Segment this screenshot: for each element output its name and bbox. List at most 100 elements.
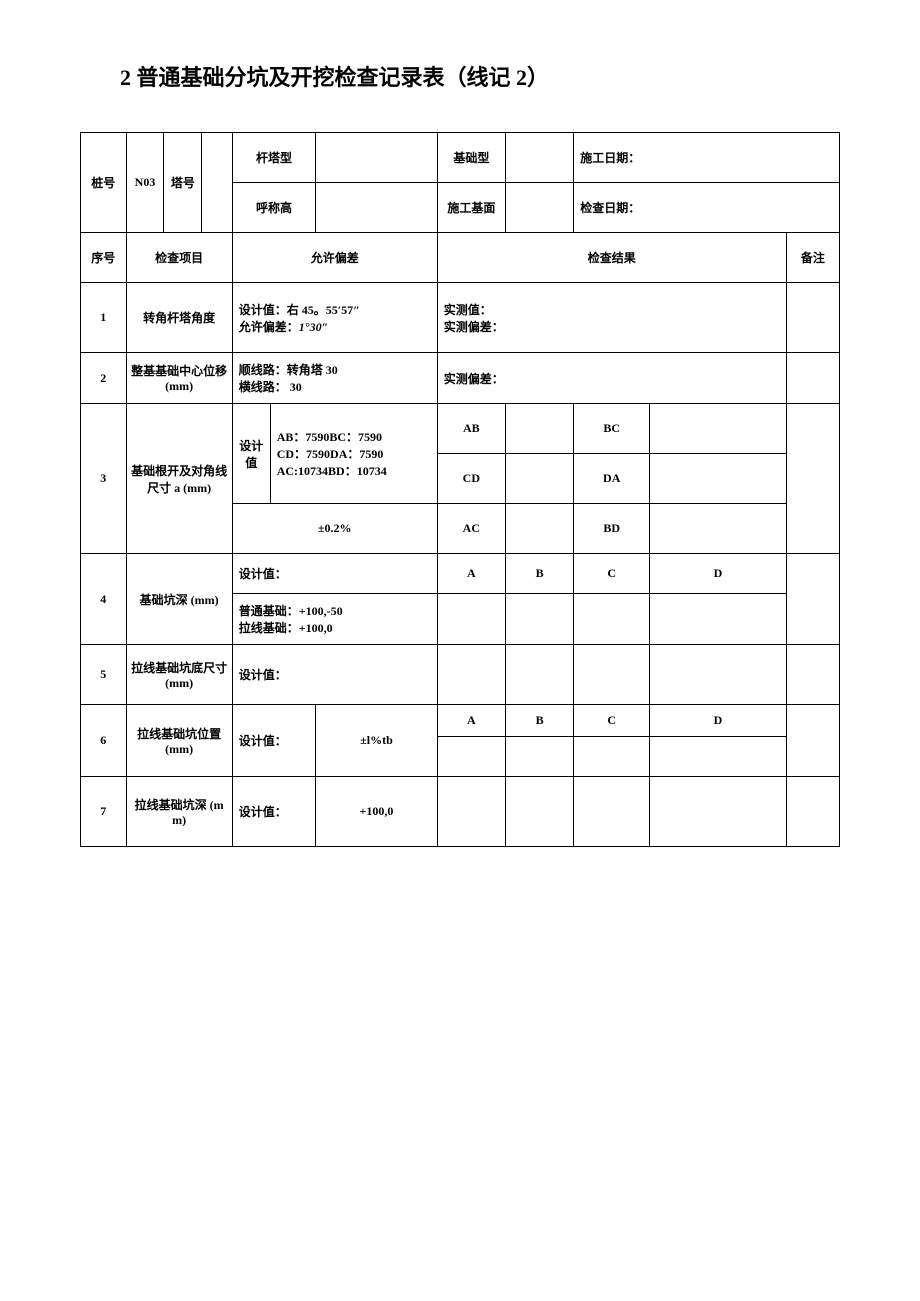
pile-no-value: N03 [126, 133, 164, 233]
r3-dv-l2: CD：7590DA：7590 [277, 447, 384, 461]
r1-tol-l1: 设计值：右 45。55′57″ [239, 303, 360, 317]
r3-seq: 3 [81, 404, 127, 554]
r6-seq: 6 [81, 705, 127, 777]
col-item: 检查项目 [126, 233, 232, 283]
tower-no-label: 塔号 [164, 133, 202, 233]
r4-c-val [574, 594, 650, 645]
r3-design-label: 设计值 [232, 404, 270, 504]
foundation-type-value [505, 133, 573, 183]
r2-remark [786, 353, 839, 404]
r4-tol-l1: 普通基础：+100,-50 [239, 604, 343, 618]
r1-tol-l2b: 1°30″ [299, 320, 328, 334]
r6-remark [786, 705, 839, 777]
r1-tolerance: 设计值：右 45。55′57″ 允许偏差：1°30″ [232, 283, 437, 353]
r3-bc-val [650, 404, 787, 454]
r6-b: B [505, 705, 573, 737]
r4-c: C [574, 554, 650, 594]
r1-remark [786, 283, 839, 353]
r4-design: 设计值： [232, 554, 437, 594]
r7-item: 拉线基础坑深 (mm) [126, 777, 232, 847]
r4-b-val [505, 594, 573, 645]
col-seq: 序号 [81, 233, 127, 283]
r3-da-label: DA [574, 454, 650, 504]
r6-a: A [437, 705, 505, 737]
r7-remark [786, 777, 839, 847]
r4-seq: 4 [81, 554, 127, 645]
r3-cd-val [505, 454, 573, 504]
page-title: 2 普通基础分坑及开挖检查记录表（线记 2） [120, 60, 840, 92]
r6-c: C [574, 705, 650, 737]
r1-seq: 1 [81, 283, 127, 353]
construction-surface-value [505, 183, 573, 233]
r7-c1 [437, 777, 505, 847]
r3-ab-label: AB [437, 404, 505, 454]
r5-c2 [505, 645, 573, 705]
pile-no-label: 桩号 [81, 133, 127, 233]
inspection-date-label: 检查日期： [574, 183, 840, 233]
r7-c3 [574, 777, 650, 847]
r4-tolerance: 普通基础：+100,-50 拉线基础：+100,0 [232, 594, 437, 645]
nominal-height-value [316, 183, 437, 233]
r7-seq: 7 [81, 777, 127, 847]
foundation-type-label: 基础型 [437, 133, 505, 183]
r2-tolerance: 顺线路：转角塔 30 横线路： 30 [232, 353, 437, 404]
r5-item: 拉线基础坑底尺寸(mm) [126, 645, 232, 705]
r6-d: D [650, 705, 787, 737]
tower-type-label: 杆塔型 [232, 133, 315, 183]
r4-b: B [505, 554, 573, 594]
r2-item: 整基基础中心位移(mm) [126, 353, 232, 404]
tower-type-value [316, 133, 437, 183]
col-tolerance: 允许偏差 [232, 233, 437, 283]
inspection-table: 桩号 N03 塔号 杆塔型 基础型 施工日期： 呼称高 施工基面 检查日期： 序… [80, 132, 840, 847]
r3-cd-label: CD [437, 454, 505, 504]
r2-result: 实测偏差： [437, 353, 786, 404]
r2-seq: 2 [81, 353, 127, 404]
r4-tol-l2: 拉线基础：+100,0 [239, 621, 333, 635]
r4-a-val [437, 594, 505, 645]
r1-res-l2: 实测偏差： [444, 320, 504, 334]
r6-design: 设计值： [232, 705, 315, 777]
r7-c4 [650, 777, 787, 847]
r1-item: 转角杆塔角度 [126, 283, 232, 353]
r6-c-val [574, 737, 650, 777]
r3-dv-l1: AB：7590BC：7590 [277, 430, 382, 444]
r3-dv-l3: AC:10734BD：10734 [277, 464, 387, 478]
r6-b-val [505, 737, 573, 777]
r3-ab-val [505, 404, 573, 454]
tower-no-value [202, 133, 232, 233]
nominal-height-label: 呼称高 [232, 183, 315, 233]
r1-result: 实测值： 实测偏差： [437, 283, 786, 353]
r4-a: A [437, 554, 505, 594]
r3-remark [786, 404, 839, 554]
r5-c3 [574, 645, 650, 705]
r5-seq: 5 [81, 645, 127, 705]
col-result: 检查结果 [437, 233, 786, 283]
r6-item: 拉线基础坑位置 (mm) [126, 705, 232, 777]
r6-tolerance: ±l%tb [316, 705, 437, 777]
construction-surface-label: 施工基面 [437, 183, 505, 233]
r7-tolerance: +100,0 [316, 777, 437, 847]
r4-d: D [650, 554, 787, 594]
r1-res-l1: 实测值： [444, 303, 492, 317]
r4-remark [786, 554, 839, 645]
r6-d-val [650, 737, 787, 777]
r3-bd-val [650, 504, 787, 554]
r7-c2 [505, 777, 573, 847]
r3-design-values: AB：7590BC：7590 CD：7590DA：7590 AC:10734BD… [270, 404, 437, 504]
r5-design: 设计值： [232, 645, 437, 705]
r5-c4 [650, 645, 787, 705]
r3-bd-label: BD [574, 504, 650, 554]
r4-item: 基础坑深 (mm) [126, 554, 232, 645]
r3-da-val [650, 454, 787, 504]
r4-d-val [650, 594, 787, 645]
r3-ac-val [505, 504, 573, 554]
r2-tol-l2: 横线路： 30 [239, 380, 302, 394]
r1-tol-l2a: 允许偏差： [239, 320, 299, 334]
r3-tolerance: ±0.2% [232, 504, 437, 554]
r5-remark [786, 645, 839, 705]
r7-design: 设计值： [232, 777, 315, 847]
r6-a-val [437, 737, 505, 777]
r3-bc-label: BC [574, 404, 650, 454]
r3-ac-label: AC [437, 504, 505, 554]
construction-date-label: 施工日期： [574, 133, 840, 183]
